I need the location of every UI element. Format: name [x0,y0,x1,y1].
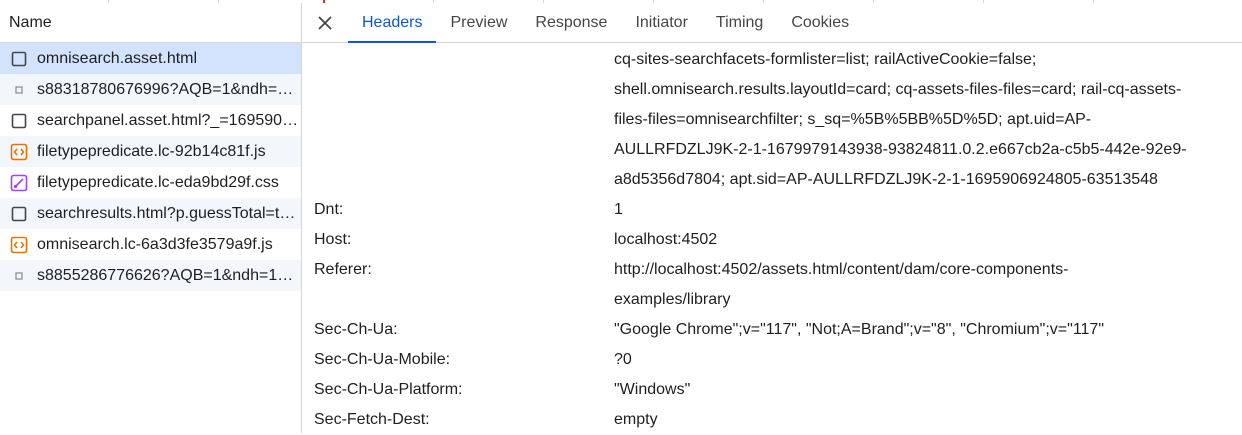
requests-panel: Name omnisearch.asset.html s8831878067699… [0,3,301,433]
request-name: searchpanel.asset.html?_=1695906924000 [37,111,299,129]
header-key: Sec-Fetch-Dest: [314,411,430,428]
tab-initiator[interactable]: Initiator [621,3,701,42]
details-panel: Headers Preview Response Initiator Timing Coo… [302,3,1242,433]
document-icon [10,112,28,130]
request-name: s8855286776626?AQB=1&ndh=1&pf=1 [37,266,299,284]
request-row[interactable]: omnisearch.lc-6a3d3fe3579a9f.js [0,229,301,260]
request-name: omnisearch.lc-6a3d3fe3579a9f.js [37,235,273,253]
request-name: filetypepredicate.lc-eda9bd29f.css [37,173,279,191]
close-details-button[interactable] [302,3,348,42]
close-icon [318,15,332,30]
tab-cookies[interactable]: Cookies [777,3,863,42]
request-name: filetypepredicate.lc-92b14c81f.js [37,142,266,160]
tab-response[interactable]: Response [521,3,621,42]
request-name: omnisearch.asset.html [37,49,198,67]
header-value: 1 [614,201,623,218]
header-key: Dnt: [314,201,344,218]
request-row[interactable]: s88318780676996?AQB=1&ndh=1&pf=1&t=28%2F… [0,74,301,105]
details-tabbar: Headers Preview Response Initiator Timing Coo… [302,3,1242,43]
header-key: Referer: [314,261,372,278]
header-value: localhost:4502 [614,231,718,248]
document-icon [10,205,28,223]
request-row[interactable]: filetypepredicate.lc-eda9bd29f.css [0,167,301,198]
header-value: empty [614,411,658,428]
header-value: ?0 [614,351,632,368]
request-name: s88318780676996?AQB=1&ndh=1&pf=1&t=28%2F… [37,80,299,98]
header-value: http://localhost:4502/assets.html/conten… [614,261,1069,278]
request-list: omnisearch.asset.html s88318780676996?AQB… [0,43,301,291]
script-icon [10,236,28,254]
tab-headers[interactable]: Headers [348,3,437,43]
request-row[interactable]: filetypepredicate.lc-92b14c81f.js [0,136,301,167]
header-value: examples/library [614,291,731,308]
header-value: "Windows" [614,381,691,398]
tab-timing[interactable]: Timing [702,3,777,42]
stylesheet-icon [10,174,28,192]
request-name: searchresults.html?p.guessTotal=true [37,204,299,222]
tab-preview[interactable]: Preview [436,3,521,42]
header-key: Sec-Ch-Ua-Platform: [314,381,463,398]
name-column-label: Name [9,13,52,31]
request-row[interactable]: omnisearch.asset.html [0,43,301,74]
request-row[interactable]: s8855286776626?AQB=1&ndh=1&pf=1 [0,260,301,291]
script-icon [10,143,28,161]
small-square-icon [10,81,28,99]
header-key: Host: [314,231,352,248]
header-key: Sec-Ch-Ua: [314,321,398,338]
document-icon [10,50,28,68]
header-value: "Google Chrome";v="117", "Not;A=Brand";v… [614,321,1105,338]
header-key: Sec-Ch-Ua-Mobile: [314,351,451,368]
request-row[interactable]: searchresults.html?p.guessTotal=true [0,198,301,229]
small-square-icon [10,267,28,285]
name-column-header[interactable]: Name [0,3,301,43]
request-row[interactable]: searchpanel.asset.html?_=1695906924000 [0,105,301,136]
